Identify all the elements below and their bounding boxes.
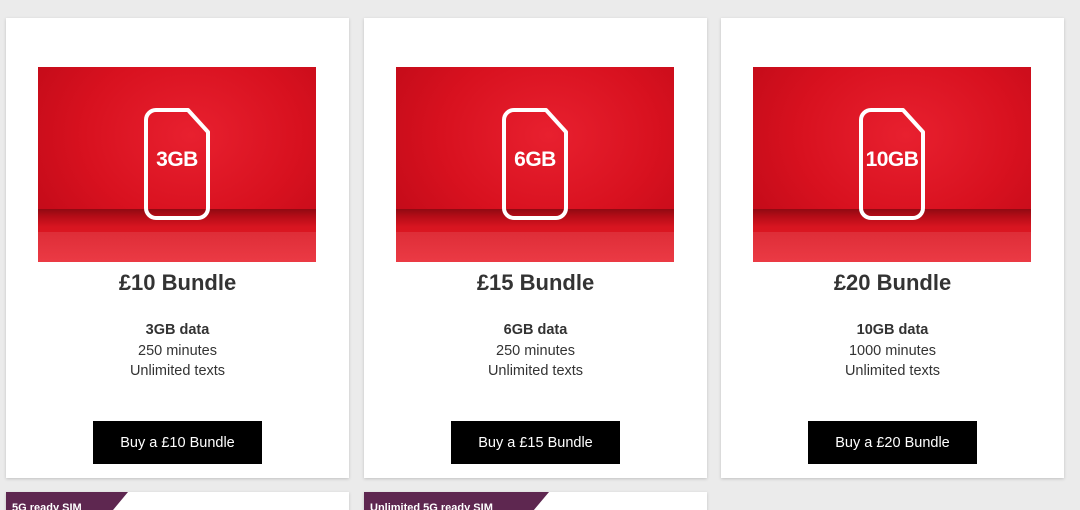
sim-data-label: 3GB bbox=[156, 148, 198, 171]
sim-data-label: 6GB bbox=[514, 148, 556, 171]
bundle-details: 3GB data 250 minutes Unlimited texts bbox=[6, 320, 349, 382]
bundle-minutes: 250 minutes bbox=[138, 342, 217, 359]
sim-ribbon-badge: Unlimited 5G ready SIM bbox=[364, 492, 549, 510]
bundle-title: £10 Bundle bbox=[118, 270, 237, 295]
bundle-texts: Unlimited texts bbox=[129, 363, 226, 379]
sim-card-icon: 6GB bbox=[502, 108, 568, 220]
bundle-texts: Unlimited texts bbox=[844, 363, 941, 379]
buy-10-bundle-button[interactable]: Buy a £10 Bundle bbox=[93, 421, 262, 464]
bundle-minutes: 250 minutes bbox=[496, 342, 575, 359]
bundle-details: 10GB data 1000 minutes Unlimited texts bbox=[721, 320, 1064, 382]
sim-data-label: 10GB bbox=[865, 148, 919, 171]
bundle-title: £15 Bundle bbox=[476, 270, 595, 295]
sim-card-icon: 3GB bbox=[144, 108, 210, 220]
sim-ribbon-badge: 5G ready SIM bbox=[6, 492, 128, 510]
bundle-hero-image: 3GB bbox=[38, 67, 316, 262]
sim-card-5g: 5G ready SIM bbox=[6, 492, 349, 510]
bundle-texts: Unlimited texts bbox=[487, 363, 584, 379]
buy-20-bundle-button[interactable]: Buy a £20 Bundle bbox=[808, 421, 977, 464]
bundle-hero-image: 10GB bbox=[753, 67, 1031, 262]
bundle-title: £20 Bundle bbox=[833, 270, 952, 295]
bundle-card-10: 3GB £10 Bundle 3GB data 250 minutes Unli… bbox=[6, 18, 349, 478]
sim-card-unlimited-5g: Unlimited 5G ready SIM bbox=[364, 492, 707, 510]
bundle-card-20: 10GB £20 Bundle 10GB data 1000 minutes U… bbox=[721, 18, 1064, 478]
sim-card-icon: 10GB bbox=[859, 108, 925, 220]
bundle-card-15: 6GB £15 Bundle 6GB data 250 minutes Unli… bbox=[364, 18, 707, 478]
bundle-minutes: 1000 minutes bbox=[848, 342, 937, 359]
bundle-data: 3GB data bbox=[145, 322, 210, 338]
buy-15-bundle-button[interactable]: Buy a £15 Bundle bbox=[451, 421, 620, 464]
bundle-data: 10GB data bbox=[856, 322, 929, 338]
bundle-hero-image: 6GB bbox=[396, 67, 674, 262]
bundle-details: 6GB data 250 minutes Unlimited texts bbox=[364, 320, 707, 382]
bundle-data: 6GB data bbox=[503, 322, 568, 338]
